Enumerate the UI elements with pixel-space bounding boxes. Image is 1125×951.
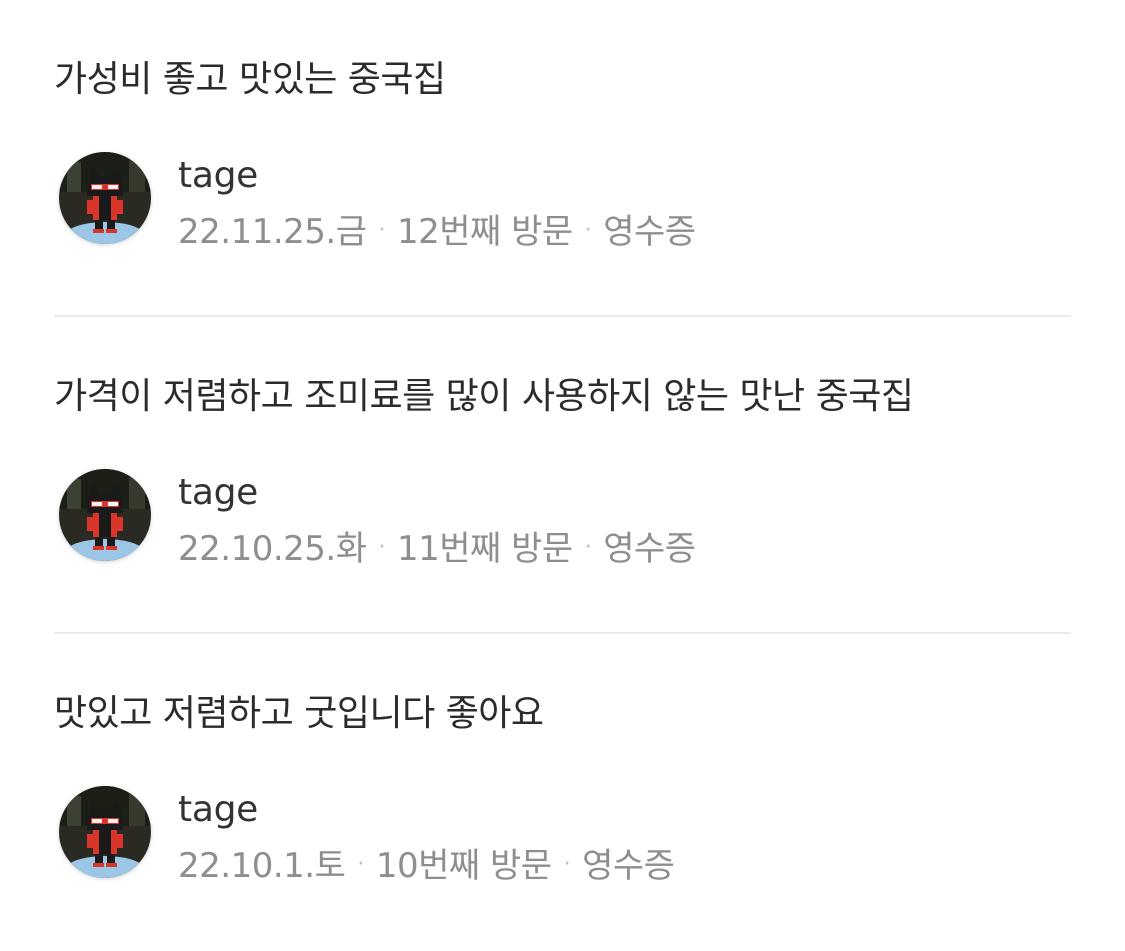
separator-dot: ·: [584, 217, 592, 243]
review-author: tage 22.10.25.화 · 11번째 방문 · 영수증: [59, 469, 959, 569]
review-text[interactable]: 가격이 저렴하고 조미료를 많이 사용하지 않는 맛난 중국집: [54, 373, 914, 421]
avatar[interactable]: [59, 469, 151, 561]
review-date: 22.10.1.토: [178, 846, 346, 886]
review-item[interactable]: 가성비 좋고 맛있는 중국집 tage 22.11.25.금 · 12번째 방문…: [54, 0, 1071, 317]
review-author: tage 22.10.1.토 · 10번째 방문 · 영수증: [59, 786, 959, 886]
avatar[interactable]: [59, 786, 151, 878]
avatar-image: [59, 786, 151, 878]
separator-dot: ·: [378, 534, 386, 560]
review-text[interactable]: 가성비 좋고 맛있는 중국집: [54, 56, 446, 104]
avatar[interactable]: [59, 152, 151, 244]
separator-dot: ·: [357, 851, 364, 877]
avatar-image: [59, 152, 151, 244]
visit-count: 12번째 방문: [397, 212, 573, 252]
separator-dot: ·: [563, 851, 571, 877]
review-date: 22.11.25.금: [178, 212, 367, 252]
review-text[interactable]: 맛있고 저렴하고 굿입니다 좋아요: [54, 690, 544, 738]
author-name[interactable]: tage: [178, 471, 258, 515]
review-author: tage 22.11.25.금 · 12번째 방문 · 영수증: [59, 152, 959, 252]
review-item[interactable]: 가격이 저렴하고 조미료를 많이 사용하지 않는 맛난 중국집 tage 22.…: [54, 317, 1071, 634]
receipt-label: 영수증: [603, 212, 696, 252]
review-meta: 22.11.25.금 · 12번째 방문 · 영수증: [178, 210, 696, 256]
separator-dot: ·: [378, 217, 386, 243]
review-meta: 22.10.1.토 · 10번째 방문 · 영수증: [178, 844, 675, 890]
visit-count: 10번째 방문: [375, 846, 552, 886]
avatar-image: [59, 469, 151, 561]
separator-dot: ·: [584, 534, 592, 560]
receipt-label: 영수증: [582, 846, 675, 886]
review-meta: 22.10.25.화 · 11번째 방문 · 영수증: [178, 527, 696, 573]
receipt-label: 영수증: [603, 529, 696, 569]
author-name[interactable]: tage: [178, 154, 258, 198]
visit-count: 11번째 방문: [397, 529, 573, 569]
review-item[interactable]: 맛있고 저렴하고 굿입니다 좋아요 tage 22.10.1.토 · 10번째 …: [54, 634, 1071, 951]
review-list: 가성비 좋고 맛있는 중국집 tage 22.11.25.금 · 12번째 방문…: [54, 0, 1071, 951]
author-name[interactable]: tage: [178, 788, 258, 832]
review-date: 22.10.25.화: [178, 529, 367, 569]
